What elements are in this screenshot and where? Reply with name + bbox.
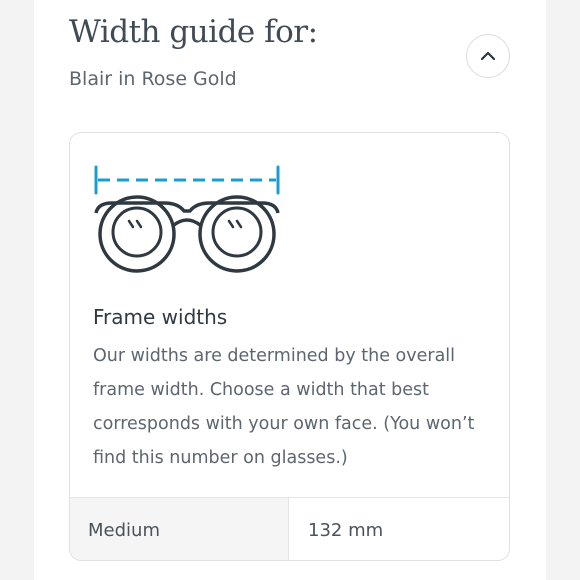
chevron-up-icon [480, 51, 496, 61]
card-description: Our widths are determined by the overall… [93, 346, 475, 468]
size-label: Medium [70, 498, 289, 560]
glasses-width-icon [94, 165, 280, 273]
frame-width-card: Frame widths Our widths are determined b… [69, 132, 510, 561]
page-title: Width guide for: [69, 14, 318, 50]
size-value: 132 mm [289, 498, 509, 560]
product-subtitle: Blair in Rose Gold [69, 68, 237, 90]
collapse-button[interactable] [466, 34, 510, 78]
size-row: Medium 132 mm [70, 497, 509, 560]
card-heading: Frame widths [93, 305, 228, 329]
